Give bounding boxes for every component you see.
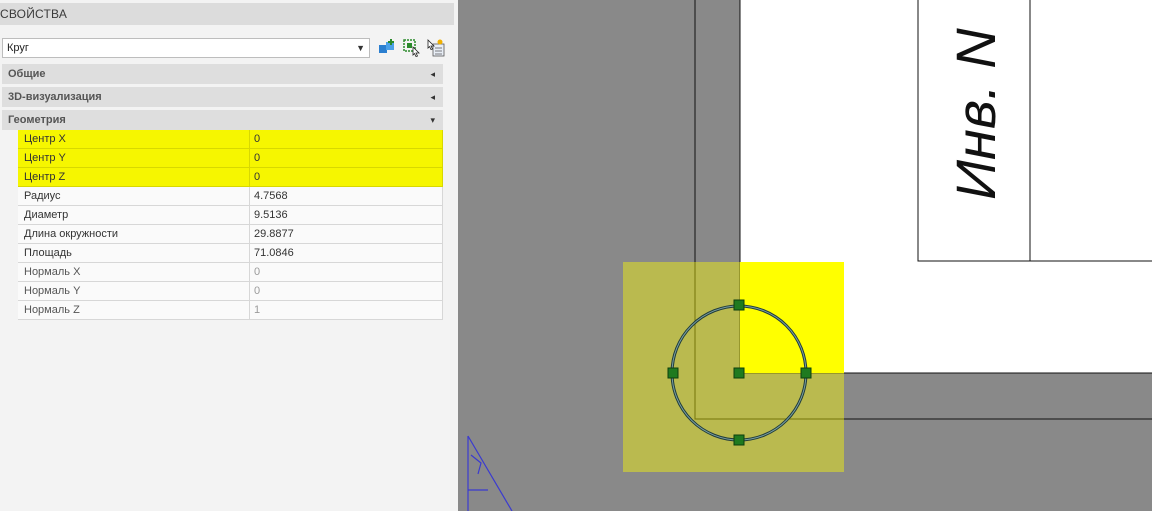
column-divider (249, 263, 250, 282)
property-row-radius[interactable]: Радиус 4.7568 (18, 187, 443, 206)
object-type-value: Круг (7, 42, 29, 54)
property-row-circumference[interactable]: Длина окружности 29.8877 (18, 225, 443, 244)
property-label: Центр Y (24, 152, 66, 164)
property-label: Длина окружности (24, 228, 119, 240)
grip-top[interactable] (733, 299, 745, 311)
property-label: Диаметр (24, 209, 69, 221)
chevron-down-icon[interactable]: ▾ (430, 110, 435, 130)
property-label: Центр X (24, 133, 66, 145)
property-value[interactable]: 0 (254, 130, 260, 149)
property-value[interactable]: 9.5136 (254, 206, 288, 225)
palette-title: СВОЙСТВА (0, 3, 454, 25)
property-value[interactable]: 29.8877 (254, 225, 294, 244)
property-row-normal-y: Нормаль Y 0 (18, 282, 443, 301)
column-divider (249, 168, 250, 187)
column-divider (249, 130, 250, 149)
property-value: 0 (254, 285, 261, 297)
property-row-normal-z: Нормаль Z 1 (18, 301, 443, 320)
section-3d-visualization-label: 3D-визуализация (8, 91, 102, 103)
property-value[interactable]: 0 (254, 168, 260, 187)
property-row-area[interactable]: Площадь 71.0846 (18, 244, 443, 263)
column-divider (249, 301, 250, 320)
grip-right[interactable] (800, 367, 812, 379)
column-divider (249, 244, 250, 263)
property-label: Площадь (24, 247, 72, 259)
property-label: Нормаль Y (24, 285, 81, 297)
property-row-center-z[interactable]: Центр Z 0 (18, 168, 443, 187)
grip-center[interactable] (733, 367, 745, 379)
property-label: Центр Z (24, 171, 66, 183)
column-divider (249, 282, 250, 301)
selection-highlight-sheet (740, 262, 844, 373)
grip-bottom[interactable] (733, 434, 745, 446)
quick-select-icon[interactable] (377, 38, 397, 58)
section-3d-visualization[interactable]: 3D-визуализация ◂ (2, 87, 443, 107)
column-divider (249, 225, 250, 244)
column-divider (249, 149, 250, 168)
property-label: Радиус (24, 190, 61, 202)
drawing-canvas[interactable]: Инв. N (458, 0, 1152, 511)
properties-palette: СВОЙСТВА Круг ▼ Общие ◂ 3D-визуализация … (0, 0, 458, 511)
select-objects-icon[interactable] (402, 38, 422, 58)
stamp-text: Инв. N (944, 28, 1007, 200)
column-divider (249, 187, 250, 206)
property-row-center-y[interactable]: Центр Y 0 (18, 149, 443, 168)
property-value[interactable]: 71.0846 (254, 244, 294, 263)
section-geometry-label: Геометрия (8, 114, 66, 126)
property-value: 1 (254, 304, 261, 316)
section-geometry[interactable]: Геометрия ▾ (2, 110, 443, 130)
chevron-down-icon[interactable]: ▼ (356, 39, 365, 57)
property-value[interactable]: 4.7568 (254, 187, 288, 206)
property-label: Нормаль X (24, 266, 81, 278)
drawing-svg[interactable]: Инв. N (458, 0, 1152, 511)
column-divider (249, 206, 250, 225)
section-general[interactable]: Общие ◂ (2, 64, 443, 84)
chevron-left-icon[interactable]: ◂ (430, 87, 435, 107)
property-row-diameter[interactable]: Диаметр 9.5136 (18, 206, 443, 225)
chevron-left-icon[interactable]: ◂ (430, 64, 435, 84)
property-row-normal-x: Нормаль X 0 (18, 263, 443, 282)
section-general-label: Общие (8, 68, 46, 80)
property-value[interactable]: 0 (254, 149, 260, 168)
property-value: 0 (254, 266, 261, 278)
object-type-select[interactable]: Круг ▼ (2, 38, 370, 58)
ucs-icon (467, 435, 513, 511)
grip-left[interactable] (667, 367, 679, 379)
property-label: Нормаль Z (24, 304, 80, 316)
pickadd-icon[interactable] (426, 38, 446, 58)
property-row-center-x[interactable]: Центр X 0 (18, 130, 443, 149)
